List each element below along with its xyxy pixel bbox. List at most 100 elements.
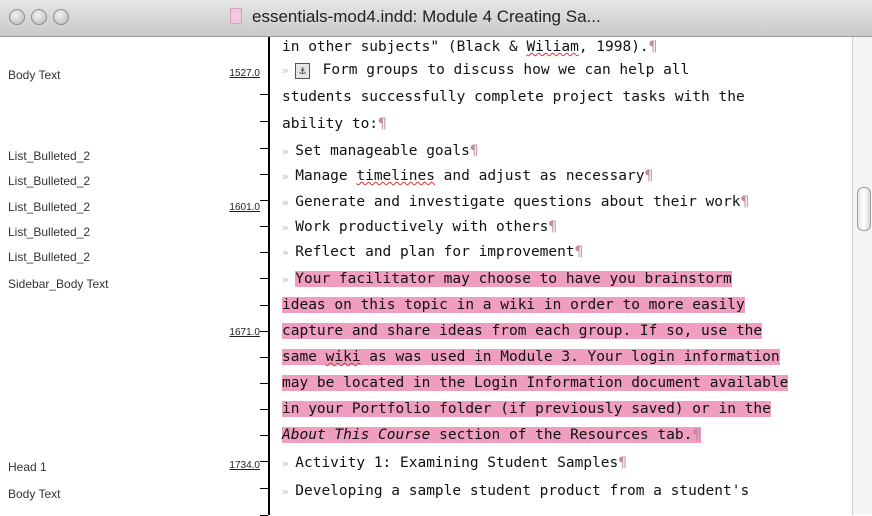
text-run: Work productively with others: [295, 219, 549, 235]
text-run-misspelled: timelines: [356, 168, 435, 184]
vertical-scrollbar[interactable]: [852, 37, 872, 515]
style-label: Body Text: [8, 68, 61, 82]
ruler-tick: [260, 226, 268, 227]
highlighted-text-run: as was used in Module 3. Your login info…: [360, 349, 780, 365]
text-line: » ⚓ Form groups to discuss how we can he…: [282, 60, 689, 81]
text-line: may be located in the Login Information …: [282, 373, 789, 394]
text-run: Generate and investigate questions about…: [295, 194, 741, 210]
pilcrow-mark: ¶: [574, 244, 584, 260]
text-line: About This Course section of the Resourc…: [282, 425, 702, 446]
ruler-tick: [260, 383, 268, 384]
highlighted-text-run: same: [282, 349, 326, 365]
depth-ruler: [268, 37, 270, 515]
style-label: Sidebar_Body Text: [8, 277, 109, 291]
tab-glyph-icon: »: [282, 457, 296, 470]
text-run: Developing a sample student product from…: [295, 483, 750, 499]
anchored-object-icon[interactable]: ⚓: [295, 63, 310, 79]
ruler-tick: [260, 148, 268, 149]
ruler-tick: [260, 488, 268, 489]
highlighted-text-run: in your Portfolio folder (if previously …: [282, 401, 771, 417]
text-run: Reflect and plan for improvement: [295, 244, 575, 260]
minimize-window-button[interactable]: [31, 9, 47, 25]
text-line: » Your facilitator may choose to have yo…: [282, 269, 732, 290]
highlighted-text-run-misspelled: wiki: [325, 349, 361, 365]
window-title-bar: essentials-mod4.indd: Module 4 Creating …: [0, 0, 872, 37]
text-run: Activity 1: Examining Student Samples: [295, 455, 619, 471]
text-line: in other subjects" (Black & Wiliam, 1998…: [282, 37, 657, 58]
text-line: » Generate and investigate questions abo…: [282, 192, 749, 213]
text-line: same wiki as was used in Module 3. Your …: [282, 347, 780, 368]
pilcrow-mark: ¶: [644, 168, 654, 184]
style-label: List_Bulleted_2: [8, 200, 91, 214]
text-line: » Reflect and plan for improvement¶: [282, 242, 583, 263]
highlighted-text-run: capture and share ideas from each group.…: [282, 323, 763, 339]
ruler-tick: [260, 174, 268, 175]
ruler-tick: [260, 278, 268, 279]
zoom-window-button[interactable]: [53, 9, 69, 25]
highlighted-text-run: section of the Resources tab.: [430, 427, 693, 443]
style-label: Body Text: [8, 487, 61, 501]
tab-glyph-icon: »: [282, 485, 296, 498]
ruler-tick: [260, 252, 268, 253]
text-run: Manage: [295, 168, 357, 184]
text-line: ability to:¶: [282, 114, 387, 135]
ruler-tick: [260, 331, 268, 332]
pilcrow-mark: ¶: [378, 116, 387, 132]
text-line: » Developing a sample student product fr…: [282, 481, 749, 502]
depth-marker: 1527.0: [229, 68, 260, 79]
text-line: » Work productively with others¶: [282, 217, 557, 238]
ruler-tick: [260, 94, 268, 95]
pilcrow-mark: ¶: [469, 143, 479, 159]
ruler-tick: [260, 200, 268, 201]
text-line: » Manage timelines and adjust as necessa…: [282, 166, 653, 187]
tab-glyph-icon: »: [282, 221, 296, 234]
text-line: ideas on this topic in a wiki in order t…: [282, 295, 745, 316]
highlighted-italic-run: About This Course: [282, 427, 431, 443]
text-run: Form groups to discuss how we can help a…: [313, 62, 690, 78]
text-line: capture and share ideas from each group.…: [282, 321, 763, 342]
depth-marker: 1671.0: [229, 327, 260, 338]
style-label: List_Bulleted_2: [8, 174, 91, 188]
text-line: » Activity 1: Examining Student Samples¶: [282, 453, 627, 474]
ruler-tick: [260, 435, 268, 436]
text-run: in other subjects" (Black &: [282, 39, 527, 55]
text-line: » Set manageable goals¶: [282, 141, 479, 162]
pilcrow-mark: ¶: [692, 427, 702, 443]
highlighted-text-run: Your facilitator may choose to have you …: [295, 271, 732, 287]
ruler-tick: [260, 305, 268, 306]
ruler-tick: [260, 409, 268, 410]
scrollbar-thumb[interactable]: [857, 187, 871, 231]
highlighted-text-run: may be located in the Login Information …: [282, 375, 789, 391]
text-run-misspelled: Wiliam: [526, 39, 579, 55]
style-label: Head 1: [8, 460, 47, 474]
text-run: and adjust as necessary: [434, 168, 645, 184]
close-window-button[interactable]: [9, 9, 25, 25]
tab-glyph-icon: »: [282, 64, 296, 77]
tab-glyph-icon: »: [282, 196, 296, 209]
text-run: students successfully complete project t…: [282, 89, 745, 105]
window-title: essentials-mod4.indd: Module 4 Creating …: [230, 7, 601, 27]
text-run: ability to:: [282, 116, 379, 132]
text-line: students successfully complete project t…: [282, 87, 745, 108]
tab-glyph-icon: »: [282, 273, 296, 286]
style-label: List_Bulleted_2: [8, 250, 91, 264]
pilcrow-mark: ¶: [618, 455, 627, 471]
ruler-tick: [260, 461, 268, 462]
paragraph-style-column: Body Text List_Bulleted_2 List_Bulleted_…: [0, 37, 270, 515]
tab-glyph-icon: »: [282, 170, 296, 183]
text-run: Set manageable goals: [295, 143, 470, 159]
tab-glyph-icon: »: [282, 145, 296, 158]
ruler-tick: [260, 121, 268, 122]
ruler-tick: [260, 357, 268, 358]
text-line: in your Portfolio folder (if previously …: [282, 399, 771, 420]
depth-marker: 1601.0: [229, 202, 260, 213]
highlighted-text-run: ideas on this topic in a wiki in order t…: [282, 297, 745, 313]
story-editor-text[interactable]: in other subjects" (Black & Wiliam, 1998…: [272, 37, 852, 515]
window-title-text: essentials-mod4.indd: Module 4 Creating …: [252, 7, 601, 26]
style-label: List_Bulleted_2: [8, 225, 91, 239]
style-label: List_Bulleted_2: [8, 149, 91, 163]
depth-marker: 1734.0: [229, 460, 260, 471]
text-run: , 1998).: [578, 39, 649, 55]
document-icon: [230, 8, 242, 24]
pilcrow-mark: ¶: [740, 194, 750, 210]
